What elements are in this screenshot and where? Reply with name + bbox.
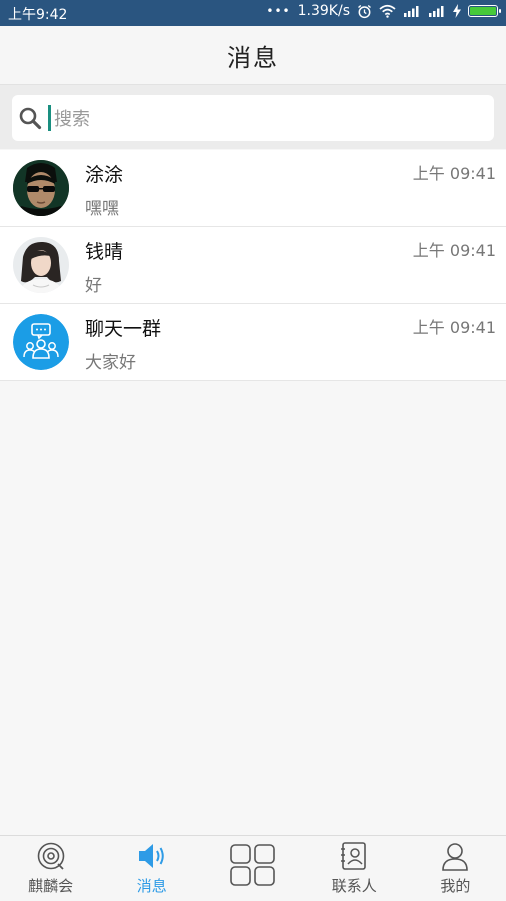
battery-icon [468, 5, 501, 17]
status-dots: ••• [266, 4, 291, 18]
conversation-preview: 好 [85, 276, 102, 296]
search-input[interactable] [52, 101, 476, 137]
avatar [13, 160, 69, 216]
conversation-time: 上午 09:41 [412, 164, 496, 183]
status-right: ••• 1.39K/s [266, 3, 501, 19]
tab-messages[interactable]: 消息 [101, 836, 202, 901]
wifi-icon [379, 4, 396, 18]
page-title: 消息 [227, 43, 279, 72]
search-bar [0, 85, 506, 149]
qilin-icon [37, 842, 64, 870]
group-chat-icon [13, 314, 69, 370]
search-icon [19, 107, 42, 130]
conversation-item[interactable]: 聊天一群 大家好 上午 09:41 [0, 304, 506, 381]
network-speed: 1.39K/s [297, 3, 350, 19]
tab-label: 麒麟会 [28, 877, 74, 895]
signal-icon-1 [404, 6, 419, 17]
conversation-item[interactable]: 钱晴 好 上午 09:41 [0, 227, 506, 304]
tab-contacts[interactable]: 联系人 [304, 836, 405, 901]
speaker-icon [138, 844, 164, 868]
tab-label: 联系人 [331, 877, 377, 895]
tab-apps[interactable] [202, 836, 303, 901]
conversation-name: 涂涂 [85, 164, 124, 186]
conversation-preview: 嘿嘿 [85, 199, 119, 219]
grid-icon [230, 844, 275, 886]
conversation-time: 上午 09:41 [412, 241, 496, 260]
search-box[interactable] [12, 95, 494, 141]
tab-label: 消息 [136, 877, 167, 895]
contacts-icon [341, 842, 367, 870]
signal-icon-2 [429, 6, 444, 17]
text-caret [48, 105, 51, 131]
conversation-name: 钱晴 [85, 241, 124, 263]
alarm-icon [358, 4, 371, 18]
status-time: 上午9:42 [8, 7, 68, 23]
tab-qilin[interactable]: 麒麟会 [0, 836, 101, 901]
battery-fill [470, 7, 496, 15]
tab-label: 我的 [440, 877, 471, 895]
conversation-time: 上午 09:41 [412, 318, 496, 337]
status-bar: 上午9:42 ••• 1.39K/s [0, 0, 506, 26]
charging-icon [453, 4, 461, 18]
conversation-list: 涂涂 嘿嘿 上午 09:41 钱晴 好 上午 09:41 聊天一群 大家好 上午… [0, 150, 506, 381]
avatar [13, 237, 69, 293]
conversation-item[interactable]: 涂涂 嘿嘿 上午 09:41 [0, 150, 506, 227]
conversation-name: 聊天一群 [85, 318, 162, 340]
header: 消息 [0, 26, 506, 85]
tab-me[interactable]: 我的 [405, 836, 506, 901]
profile-icon [442, 843, 469, 871]
bottom-tab-bar: 麒麟会 消息 联系人 我的 [0, 835, 506, 901]
conversation-preview: 大家好 [85, 353, 136, 373]
